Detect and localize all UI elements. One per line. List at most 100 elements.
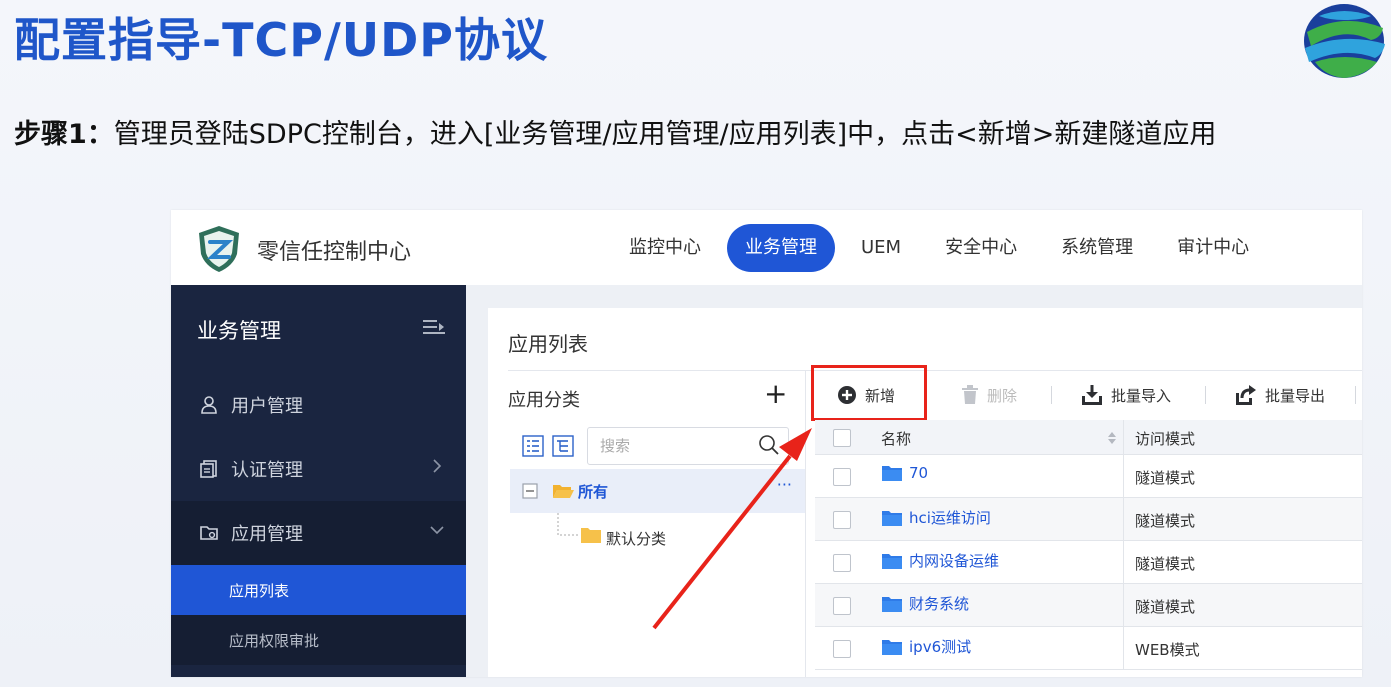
company-logo-globe [1304, 4, 1385, 78]
column-divider [1123, 584, 1124, 626]
tree-node-label: 默认分类 [606, 530, 667, 548]
app-name-cell: 内网设备运维 [881, 550, 999, 571]
chevron-down-icon [430, 526, 444, 535]
search-input[interactable] [598, 434, 752, 458]
nav-business[interactable]: 业务管理 [727, 224, 835, 272]
nav-uem[interactable]: UEM [843, 224, 919, 272]
column-divider [1123, 627, 1124, 669]
step-text: 管理员登陆SDPC控制台，进入[业务管理/应用管理/应用列表]中，点击<新增>新… [113, 119, 1217, 150]
sidebar-sub-app-approval[interactable]: 应用权限审批 [171, 615, 466, 665]
sidebar-item-label: 应用管理 [231, 524, 303, 545]
sort-icon[interactable] [1107, 431, 1117, 445]
row-checkbox[interactable] [833, 511, 851, 529]
top-bar: 零信任控制中心 监控中心 业务管理 UEM 安全中心 系统管理 审计中心 [171, 210, 1362, 285]
table-row[interactable]: ipv6测试 WEB模式 [815, 627, 1362, 670]
tree-node-all[interactable]: 所有 ··· [510, 469, 806, 513]
trash-icon [962, 385, 978, 404]
step-instruction: 步骤1：管理员登陆SDPC控制台，进入[业务管理/应用管理/应用列表]中，点击<… [14, 112, 1216, 151]
table-row[interactable]: 70 隧道模式 [815, 455, 1362, 498]
app-name-link[interactable]: 财务系统 [909, 593, 969, 614]
app-name-cell: hci运维访问 [881, 507, 991, 528]
header-mode: 访问模式 [1135, 430, 1196, 448]
app-name-link[interactable]: 内网设备运维 [909, 550, 999, 571]
access-mode: 隧道模式 [1135, 469, 1196, 487]
sidebar-item-auth[interactable]: 认证管理 [171, 437, 466, 501]
separator [1205, 386, 1206, 404]
category-title: 应用分类 [508, 390, 580, 411]
collapse-all-icon[interactable] [552, 435, 574, 457]
access-mode: 隧道模式 [1135, 555, 1196, 573]
row-checkbox[interactable] [833, 597, 851, 615]
access-mode: 隧道模式 [1135, 598, 1196, 616]
tree-node-label: 所有 [578, 483, 609, 501]
user-icon [201, 396, 217, 414]
delete-button[interactable]: 删除 [961, 382, 1017, 408]
access-mode: WEB模式 [1135, 641, 1200, 659]
folder-icon [882, 596, 902, 612]
nav-monitor[interactable]: 监控中心 [611, 224, 719, 272]
chevron-right-icon [433, 459, 442, 473]
batch-import-label: 批量导入 [1111, 386, 1172, 405]
column-divider [1123, 420, 1124, 454]
folder-open-icon [553, 485, 574, 498]
nav-security[interactable]: 安全中心 [927, 224, 1035, 272]
sidebar-item-label: 用户管理 [231, 396, 303, 417]
sidebar-item-users[interactable]: 用户管理 [171, 373, 466, 437]
batch-export-button[interactable]: 批量导出 [1235, 382, 1325, 408]
sidebar-sub-label: 应用列表 [229, 581, 290, 600]
expand-all-icon[interactable] [522, 435, 544, 457]
minus-box-icon[interactable] [522, 483, 538, 499]
document-icon [200, 460, 217, 478]
table-row[interactable]: hci运维访问 隧道模式 [815, 498, 1362, 541]
nav-system[interactable]: 系统管理 [1043, 224, 1151, 272]
sidebar: 业务管理 用户管理 认证管理 应用管理 应用列表 应用权限审批 [171, 285, 466, 677]
folder-icon [882, 466, 902, 481]
row-checkbox[interactable] [833, 554, 851, 572]
folder-icon [882, 510, 902, 526]
separator [1051, 386, 1052, 404]
sidebar-item-apps[interactable]: 应用管理 [171, 501, 466, 565]
batch-import-button[interactable]: 批量导入 [1081, 382, 1171, 408]
sidebar-item-label: 认证管理 [231, 460, 303, 481]
select-all-checkbox[interactable] [833, 429, 851, 447]
folder-icon [882, 639, 902, 655]
table-header: 名称 访问模式 [815, 420, 1362, 455]
highlight-box [811, 365, 927, 421]
delete-button-label: 删除 [987, 386, 1018, 405]
shield-logo-icon [199, 226, 239, 272]
app-name-cell: 财务系统 [881, 593, 969, 614]
slide-title: 配置指导-TCP/UDP协议 [14, 13, 548, 67]
app-name-link[interactable]: 70 [909, 464, 928, 482]
app-name-link[interactable]: ipv6测试 [909, 636, 971, 657]
search-icon[interactable] [758, 434, 780, 456]
column-divider [1123, 455, 1124, 497]
table-row[interactable]: 内网设备运维 隧道模式 [815, 541, 1362, 584]
app-folder-icon [200, 526, 218, 540]
step-label: 步骤1： [14, 119, 114, 150]
app-name-cell: ipv6测试 [881, 636, 971, 657]
table-row[interactable]: 财务系统 隧道模式 [815, 584, 1362, 627]
more-options-icon[interactable]: ··· [777, 475, 792, 494]
tree-connector [557, 513, 578, 536]
import-icon [1082, 385, 1102, 405]
sidebar-sub-label: 应用权限审批 [229, 631, 320, 650]
sidebar-sub-app-list[interactable]: 应用列表 [171, 565, 466, 615]
column-divider [1123, 541, 1124, 583]
access-mode: 隧道模式 [1135, 512, 1196, 530]
add-category-button[interactable]: + [764, 380, 787, 408]
export-icon [1236, 385, 1256, 405]
panel-title: 应用列表 [508, 332, 588, 356]
folder-icon [882, 553, 902, 569]
app-name-link[interactable]: hci运维访问 [909, 507, 991, 528]
category-search-box[interactable] [587, 427, 789, 465]
collapse-menu-icon[interactable] [423, 319, 445, 335]
top-nav: 监控中心 业务管理 UEM 安全中心 系统管理 审计中心 [611, 223, 1275, 273]
row-checkbox[interactable] [833, 468, 851, 486]
column-divider [1123, 498, 1124, 540]
divider [805, 370, 806, 677]
row-checkbox[interactable] [833, 640, 851, 658]
nav-audit[interactable]: 审计中心 [1159, 224, 1267, 272]
header-name: 名称 [881, 430, 912, 448]
sidebar-title: 业务管理 [197, 319, 281, 343]
batch-export-label: 批量导出 [1265, 386, 1326, 405]
